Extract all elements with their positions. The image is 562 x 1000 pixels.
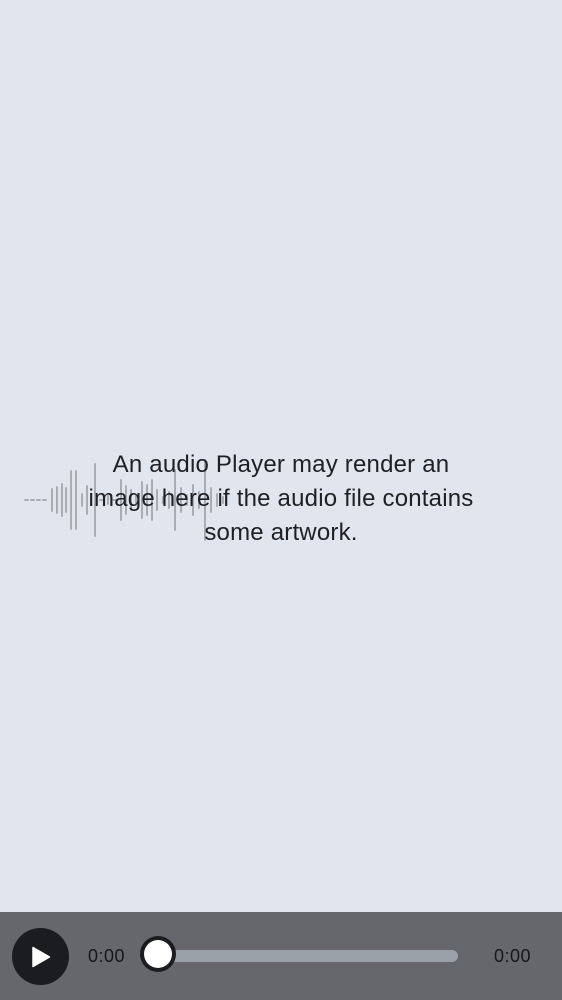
total-time: 0:00 [494,946,532,966]
seek-thumb[interactable] [144,940,172,968]
artwork-area: An audio Player may render an image here… [0,0,562,912]
play-icon [32,946,51,968]
play-button[interactable] [12,928,69,985]
current-time: 0:00 [88,946,126,966]
artwork-placeholder-message: An audio Player may render an image here… [88,451,474,546]
audio-player-controls: 0:00 0:00 [0,912,562,1000]
seek-bar[interactable] [158,950,458,962]
